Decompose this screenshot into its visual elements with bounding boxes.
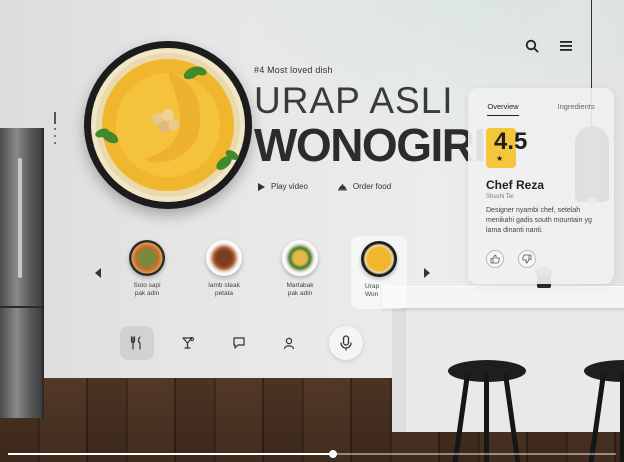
- dish-thumbnail: [282, 240, 318, 276]
- dish-thumbnail: [129, 240, 165, 276]
- cloche-icon: [337, 183, 347, 190]
- utensils-icon[interactable]: [120, 326, 154, 360]
- top-icons: [524, 38, 574, 54]
- carousel-item-soto-sapi[interactable]: Soto sapi pak adin: [119, 240, 175, 298]
- chef-restaurant: Shushi Tei: [486, 194, 514, 200]
- order-food-label: Order food: [352, 182, 392, 191]
- dish-label: Martabak pak adin: [286, 282, 314, 297]
- hero-actions: Play video Order food: [258, 182, 391, 191]
- user-icon[interactable]: [272, 326, 306, 360]
- dish-label: Soto sapi pak adin: [133, 282, 161, 297]
- chef-bio: Designer nyambi chef, setelah menikahi g…: [486, 207, 592, 234]
- star-icon: ★: [496, 154, 504, 163]
- bottom-toolbar: [120, 326, 366, 360]
- tab-ingredients[interactable]: Ingredients: [557, 102, 594, 116]
- page-indicator[interactable]: [54, 112, 57, 152]
- hamburger-menu-icon[interactable]: [558, 38, 574, 54]
- carousel-item-lamb-steak[interactable]: Iamb steak petata: [196, 240, 252, 298]
- play-video-button[interactable]: Play video: [258, 182, 308, 191]
- chef-name: Chef Reza: [486, 178, 545, 192]
- progress-fill: [8, 453, 334, 455]
- search-icon[interactable]: [524, 38, 540, 54]
- dish-label: Iamb steak petata: [208, 282, 240, 297]
- dish-title-line1: URAP ASLI: [254, 80, 454, 121]
- carousel-item-martabak[interactable]: Martabak pak adin: [272, 240, 328, 298]
- video-progress-bar[interactable]: [0, 450, 624, 462]
- play-icon: [258, 182, 265, 191]
- carousel-next-button[interactable]: [421, 267, 433, 279]
- dish-thumbnail: [206, 240, 242, 276]
- thumbs-up-icon[interactable]: [486, 250, 504, 268]
- chevron-left-icon: [95, 268, 101, 278]
- carousel-prev-button[interactable]: [92, 267, 104, 279]
- featured-dish-image: [84, 41, 252, 209]
- food-app-ui: #4 Most loved dish URAP ASLI WONOGIRI Pl…: [0, 0, 624, 462]
- panel-tabs: Overview Ingredients: [468, 102, 614, 116]
- progress-knob[interactable]: [329, 450, 338, 458]
- cocktail-icon[interactable]: [171, 326, 205, 360]
- play-video-label: Play video: [271, 182, 308, 191]
- order-food-button[interactable]: Order food: [337, 182, 392, 191]
- chat-icon[interactable]: [222, 326, 256, 360]
- dish-thumbnail: [361, 241, 397, 277]
- dish-title-line2: WONOGIRI: [254, 119, 486, 171]
- dish-info-panel: Overview Ingredients 4.5 ★ Chef Reza Shu…: [468, 88, 614, 284]
- microphone-icon[interactable]: [329, 326, 363, 360]
- rating-value: 4.5: [494, 128, 528, 155]
- thumbs-down-icon[interactable]: [518, 250, 536, 268]
- dish-rank-tag: #4 Most loved dish: [254, 65, 333, 75]
- chevron-right-icon: [424, 268, 430, 278]
- dish-label: Urap Won: [365, 283, 380, 298]
- tab-overview[interactable]: Overview: [487, 102, 519, 116]
- carousel-item-urap-wonogiri[interactable]: Urap Won: [351, 236, 407, 309]
